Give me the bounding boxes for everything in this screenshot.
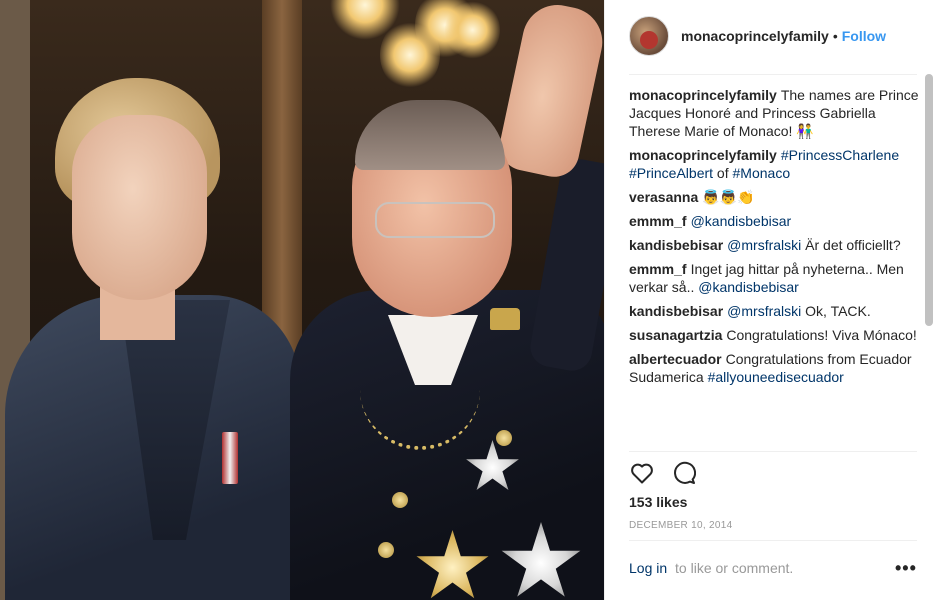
comments-divider <box>629 451 917 452</box>
hashtag-link[interactable]: #allyouneedisecuador <box>708 369 844 385</box>
comment-text: Är det officiellt? <box>801 237 901 253</box>
heart-icon[interactable] <box>629 460 655 486</box>
uniform-button <box>496 430 512 446</box>
post-date: DECEMBER 10, 2014 <box>629 520 733 531</box>
woman-face <box>72 115 207 300</box>
comment-username[interactable]: emmm_f <box>629 261 687 277</box>
header-separator: • <box>832 28 838 44</box>
comment-username[interactable]: kandisbebisar <box>629 237 723 253</box>
follow-button[interactable]: Follow <box>842 28 886 44</box>
comment-icon[interactable] <box>671 460 697 486</box>
footer-divider <box>629 540 917 541</box>
comment-username[interactable]: albertecuador <box>629 351 722 367</box>
comment-item: kandisbebisar @mrsfralski Är det officiel… <box>629 236 921 254</box>
uniform-button <box>392 492 408 508</box>
comment-item: emmm_f Inget jag hittar på nyheterna.. Me… <box>629 260 921 296</box>
mention-link[interactable]: @kandisbebisar <box>691 213 792 229</box>
header-divider <box>629 74 917 75</box>
comment-item: monacoprincelyfamily #PrincessCharlene #P… <box>629 146 921 182</box>
login-link[interactable]: Log in <box>629 560 667 576</box>
comment-username[interactable]: kandisbebisar <box>629 303 723 319</box>
comment-text: of <box>713 165 733 181</box>
man-waving-hand <box>495 0 604 182</box>
comment-username[interactable]: emmm_f <box>629 213 687 229</box>
mention-link[interactable]: @kandisbebisar <box>698 279 799 295</box>
instagram-post: monacoprincelyfamily • Follow monacoprin… <box>0 0 937 600</box>
comments-scrollbar[interactable] <box>925 74 933 326</box>
login-prompt-text: to like or comment. <box>675 560 794 576</box>
post-actions <box>629 460 697 486</box>
comment-text: 👼👼👏 <box>702 189 755 205</box>
comment-item: susanagartzia Congratulations! Viva Mónac… <box>629 326 921 344</box>
uniform-button <box>378 542 394 558</box>
post-header: monacoprincelyfamily • Follow <box>605 0 937 72</box>
more-options-button[interactable]: ••• <box>895 558 917 579</box>
post-side-panel: monacoprincelyfamily • Follow monacoprin… <box>604 0 937 600</box>
comment-username[interactable]: susanagartzia <box>629 327 722 343</box>
comment-item: kandisbebisar @mrsfralski Ok, TACK. <box>629 302 921 320</box>
avatar[interactable] <box>629 16 669 56</box>
chandelier-light <box>445 0 500 60</box>
comment-item: verasanna 👼👼👏 <box>629 188 921 206</box>
man-hair <box>355 100 505 170</box>
mention-link[interactable]: @mrsfralski <box>727 303 801 319</box>
hashtag-link[interactable]: #Monaco <box>733 165 791 181</box>
comment-username[interactable]: monacoprincelyfamily <box>629 87 777 103</box>
hashtag-link[interactable]: #PrincessCharlene <box>781 147 899 163</box>
crown-insignia <box>490 308 520 330</box>
man-arm <box>527 156 604 374</box>
comments-list[interactable]: monacoprincelyfamily The names are Prince… <box>629 86 921 450</box>
woman-medal <box>222 432 238 484</box>
comment-item: monacoprincelyfamily The names are Prince… <box>629 86 921 140</box>
hashtag-link[interactable]: #PrinceAlbert <box>629 165 713 181</box>
man-glasses <box>375 202 495 238</box>
mention-link[interactable]: @mrsfralski <box>727 237 801 253</box>
comment-text: Ok, TACK. <box>801 303 871 319</box>
header-username[interactable]: monacoprincelyfamily <box>681 28 829 44</box>
login-prompt: Log in to like or comment. <box>629 560 793 576</box>
post-photo[interactable] <box>0 0 604 600</box>
comment-username[interactable]: monacoprincelyfamily <box>629 147 777 163</box>
comment-text: Congratulations! Viva Mónaco! <box>726 327 917 343</box>
comment-item: albertecuador Congratulations from Ecuado… <box>629 350 921 386</box>
comment-username[interactable]: verasanna <box>629 189 698 205</box>
likes-count[interactable]: 153 likes <box>629 494 687 510</box>
comment-item: emmm_f @kandisbebisar <box>629 212 921 230</box>
